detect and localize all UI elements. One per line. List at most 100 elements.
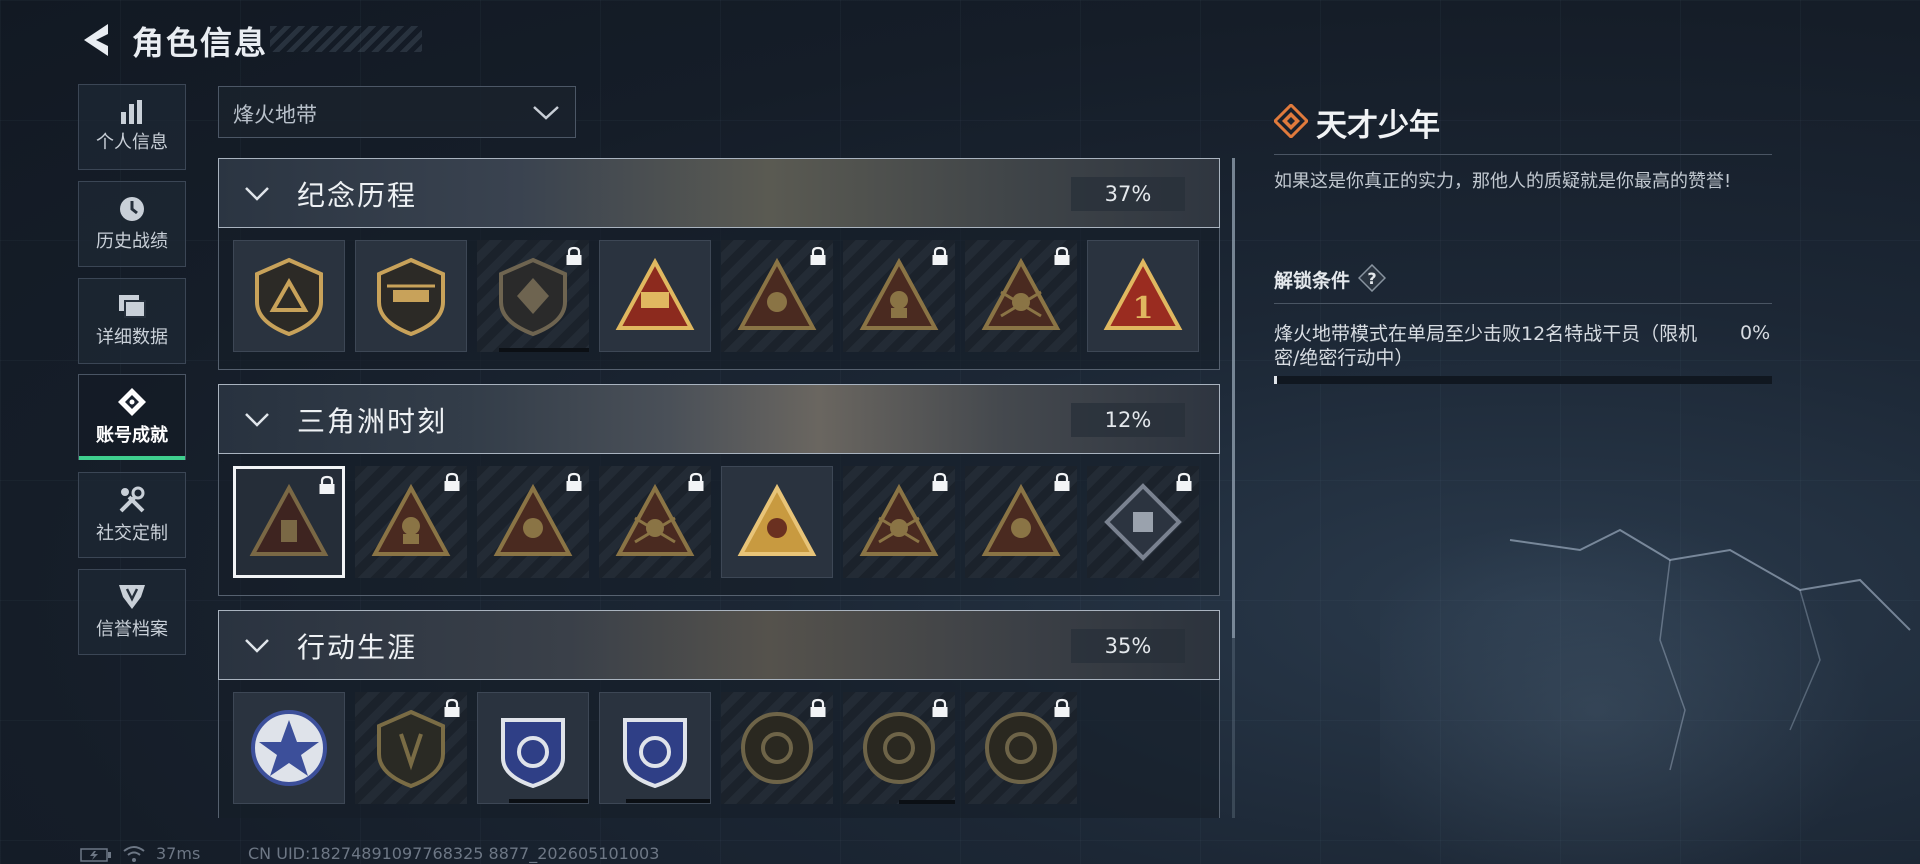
badge-emblem-icon: [981, 257, 1061, 330]
help-icon[interactable]: ?: [1358, 264, 1386, 292]
achievement-badge[interactable]: [843, 240, 955, 352]
achievement-badge[interactable]: [721, 466, 833, 578]
lock-icon: [810, 246, 826, 265]
lock-icon: [566, 472, 582, 491]
category-commemoration: 纪念历程 37% 1: [218, 158, 1220, 384]
badge-emblem-icon: [377, 257, 445, 336]
badge-emblem-icon: [859, 483, 939, 556]
category-name: 纪念历程: [297, 179, 418, 212]
sidebar-item-label: 历史战绩: [96, 231, 168, 252]
cards-icon: [119, 295, 146, 318]
badge-emblem-icon: [255, 257, 323, 336]
achievement-badge[interactable]: [599, 466, 711, 578]
achievement-badge[interactable]: [233, 240, 345, 352]
battery-icon: [80, 848, 111, 862]
scrollbar-thumb[interactable]: [1232, 158, 1235, 638]
chevron-down-icon: [245, 413, 269, 427]
achievement-description: 如果这是你真正的实力，那他人的质疑就是你最高的赞誉!: [1274, 171, 1732, 192]
sidebar-item-label: 详细数据: [96, 327, 168, 348]
achievement-badge[interactable]: [355, 692, 467, 804]
achievement-badge[interactable]: [477, 466, 589, 578]
badge-emblem-icon: [623, 718, 687, 788]
lock-icon: [932, 246, 948, 265]
svg-text:1: 1: [1133, 291, 1154, 326]
back-button[interactable]: [78, 20, 112, 60]
mode-select-value: 烽火地带: [233, 103, 317, 127]
chevron-down-icon: [533, 106, 559, 120]
lock-icon: [1054, 698, 1070, 717]
divider: [1274, 154, 1772, 155]
category-header[interactable]: 行动生涯 35%: [218, 610, 1220, 680]
badge-emblem-icon: [615, 257, 695, 330]
achievement-badge[interactable]: [233, 466, 345, 578]
category-percent: 35%: [1071, 629, 1185, 663]
achievement-badge[interactable]: [1087, 466, 1199, 578]
sidebar-item-detailed-data[interactable]: 详细数据: [78, 278, 186, 364]
lock-icon: [444, 472, 460, 491]
badge-progress-bar: [508, 799, 588, 803]
achievement-badge[interactable]: [233, 692, 345, 804]
achievement-diamond-icon: [118, 388, 146, 416]
unlock-condition-percent: 0%: [1740, 322, 1771, 344]
sidebar-item-reputation[interactable]: 信誉档案: [78, 569, 186, 655]
lock-icon: [688, 472, 704, 491]
badge-emblem-icon: [737, 257, 817, 330]
achievement-badge[interactable]: [355, 466, 467, 578]
sidebar-item-social[interactable]: 社交定制: [78, 472, 186, 558]
sidebar-item-label: 个人信息: [96, 132, 168, 153]
achievement-badge[interactable]: [965, 692, 1077, 804]
achievement-list[interactable]: 纪念历程 37% 1 三角洲时刻 12% 行动生涯 35%: [218, 158, 1220, 818]
category-percent: 37%: [1071, 177, 1185, 211]
sidebar-item-personal-info[interactable]: 个人信息: [78, 84, 186, 170]
sidebar-item-label: 账号成就: [96, 425, 168, 446]
sidebar-item-history[interactable]: 历史战绩: [78, 181, 186, 267]
badge-emblem-icon: [499, 257, 567, 336]
svg-text:?: ?: [1367, 269, 1376, 288]
unlock-condition-text: 烽火地带模式在单局至少击败12名特战干员（限机密/绝密行动中）: [1274, 323, 1698, 369]
sidebar-item-achievements[interactable]: 账号成就: [78, 374, 186, 460]
badge-emblem-icon: [981, 483, 1061, 556]
chevron-down-icon: [245, 639, 269, 653]
lock-icon: [319, 475, 335, 494]
achievement-badge[interactable]: 1: [1087, 240, 1199, 352]
lock-icon: [444, 698, 460, 717]
achievement-badge[interactable]: [965, 466, 1077, 578]
chevron-down-icon: [245, 187, 269, 201]
category-name: 三角洲时刻: [297, 405, 448, 438]
category-header[interactable]: 三角洲时刻 12%: [218, 384, 1220, 454]
achievement-badge[interactable]: [843, 692, 955, 804]
achievement-rank-icon: [1274, 104, 1308, 138]
lock-icon: [566, 246, 582, 265]
badge-emblem-icon: [741, 712, 813, 784]
category-operation-career: 行动生涯 35%: [218, 610, 1220, 818]
shield-emblem-icon: [119, 585, 145, 609]
lock-icon: [1054, 246, 1070, 265]
achievement-badge[interactable]: [477, 692, 589, 804]
badge-grid: [218, 454, 1220, 596]
bar-chart-icon: [121, 100, 142, 124]
lightning-decoration: [1509, 528, 1911, 771]
clock-icon: [120, 197, 144, 221]
badge-grid: 1: [218, 228, 1220, 370]
achievement-badge[interactable]: [355, 240, 467, 352]
lock-icon: [1176, 472, 1192, 491]
achievement-badge[interactable]: [843, 466, 955, 578]
achievement-badge[interactable]: [599, 240, 711, 352]
badge-emblem-icon: [249, 483, 329, 556]
achievement-badge[interactable]: [965, 240, 1077, 352]
badge-emblem-icon: [1104, 483, 1182, 561]
mode-select[interactable]: 烽火地带: [218, 86, 576, 138]
achievement-badge[interactable]: [599, 692, 711, 804]
title-decoration: [270, 26, 422, 52]
category-header[interactable]: 纪念历程 37%: [218, 158, 1220, 228]
page-title: 角色信息: [132, 24, 269, 62]
lock-icon: [932, 698, 948, 717]
achievement-badge[interactable]: [721, 240, 833, 352]
wifi-icon: [123, 846, 145, 862]
achievement-badge[interactable]: [477, 240, 589, 352]
badge-emblem-icon: [863, 712, 935, 784]
wrench-icon: [119, 486, 145, 513]
achievement-badge[interactable]: [721, 692, 833, 804]
back-arrow-icon: [84, 24, 108, 56]
background-storm: [1380, 480, 1920, 864]
